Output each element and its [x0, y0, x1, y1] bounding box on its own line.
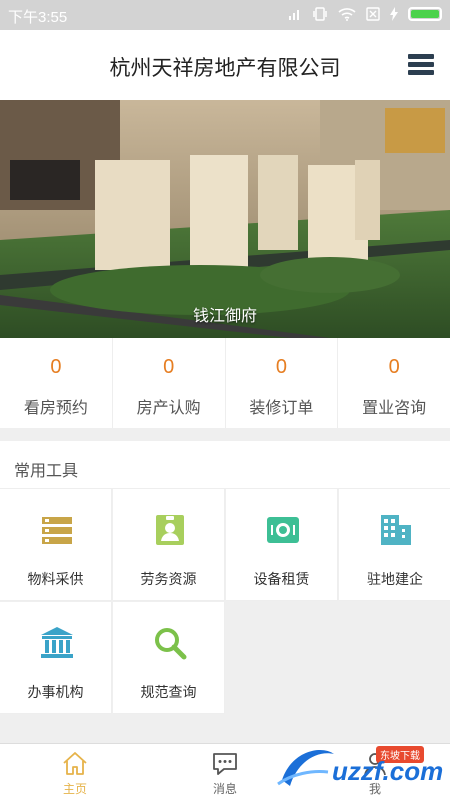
- stat-value: 0: [275, 356, 287, 378]
- status-time: 下午3:55: [8, 9, 68, 26]
- id-badge-icon: [156, 515, 184, 545]
- device-icon: [267, 517, 299, 543]
- tool-label: 驻地建企: [367, 571, 423, 587]
- watermark-logo: 东坡下载 uzzf.com: [272, 740, 444, 796]
- search-icon: [155, 628, 187, 660]
- tool-standards-search[interactable]: 规范查询: [113, 602, 225, 714]
- list-icon: [42, 517, 72, 544]
- signal-icon: [289, 10, 299, 20]
- tool-label: 物料采供: [27, 571, 84, 587]
- stat-value: 0: [388, 356, 400, 378]
- tool-label: 劳务资源: [140, 571, 197, 587]
- stat-property-subscription[interactable]: 0 房产认购: [113, 338, 226, 428]
- charging-icon: [390, 7, 398, 21]
- tool-agencies[interactable]: 办事机构: [0, 602, 112, 714]
- institution-icon: [41, 627, 73, 658]
- tool-materials-supply[interactable]: 物料采供: [0, 489, 112, 601]
- stat-label: 房产认购: [136, 400, 201, 417]
- tool-label: 办事机构: [27, 684, 84, 700]
- status-icons: [288, 6, 442, 22]
- tool-local-enterprise[interactable]: 驻地建企: [339, 489, 450, 601]
- tool-label: 设备租赁: [253, 571, 310, 587]
- vibrate-icon: [313, 7, 327, 21]
- banner-image[interactable]: 钱江御府: [0, 100, 450, 338]
- battery-icon: [408, 7, 442, 21]
- tab-home[interactable]: 主页: [0, 744, 150, 800]
- section-title: 常用工具: [14, 463, 79, 480]
- tools-section-header: 常用工具: [0, 441, 450, 489]
- stat-label: 置业咨询: [362, 400, 427, 417]
- watermark-text: uzzf.com: [332, 756, 444, 786]
- message-icon: [213, 753, 237, 775]
- stat-value: 0: [163, 356, 175, 378]
- sim-icon: [366, 7, 380, 21]
- tool-label: 规范查询: [140, 684, 197, 700]
- home-icon: [63, 752, 87, 775]
- page-title: 杭州天祥房地产有限公司: [109, 57, 341, 80]
- stat-label: 看房预约: [23, 400, 88, 417]
- stat-viewing-appointment[interactable]: 0 看房预约: [0, 338, 113, 428]
- menu-icon[interactable]: [408, 54, 434, 76]
- app-header: 杭州天祥房地产有限公司: [0, 30, 450, 100]
- building-icon: [381, 515, 411, 545]
- stat-property-consultation[interactable]: 0 置业咨询: [338, 338, 450, 428]
- status-bar: 下午3:55: [0, 0, 450, 30]
- tab-label: 主页: [62, 782, 87, 796]
- banner-caption: 钱江御府: [192, 308, 257, 325]
- stat-label: 装修订单: [249, 400, 314, 417]
- stat-decoration-orders[interactable]: 0 装修订单: [226, 338, 339, 428]
- tool-equipment-rental[interactable]: 设备租赁: [226, 489, 338, 601]
- wifi-icon: [338, 8, 356, 21]
- tool-labor-resources[interactable]: 劳务资源: [113, 489, 225, 601]
- stat-value: 0: [50, 356, 62, 378]
- stats-row: 0 看房预约 0 房产认购 0 装修订单 0 置业咨询: [0, 338, 450, 428]
